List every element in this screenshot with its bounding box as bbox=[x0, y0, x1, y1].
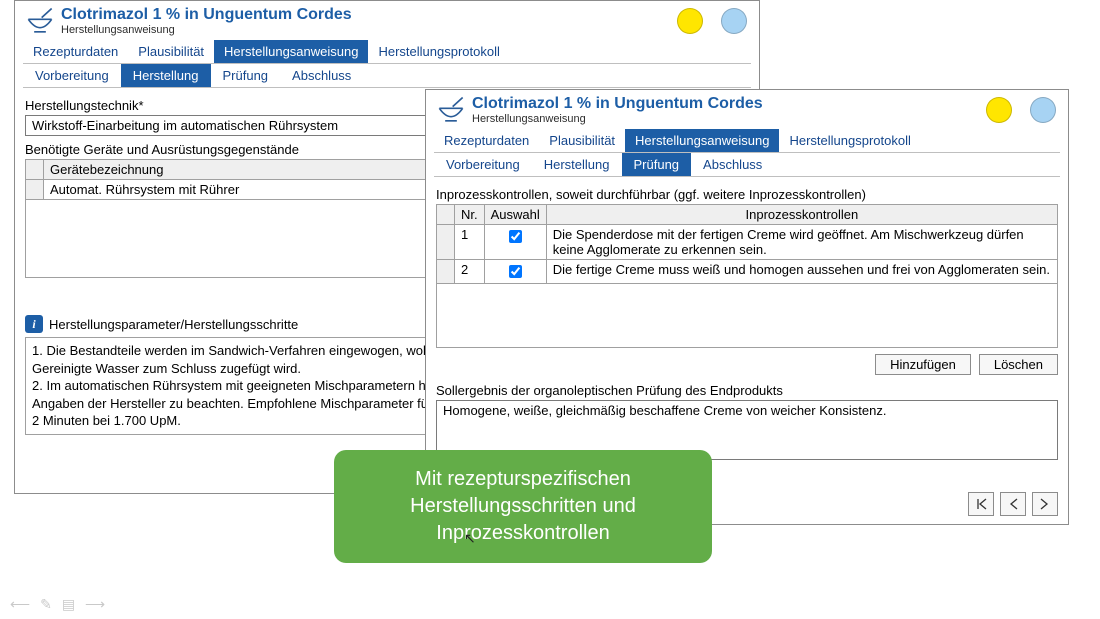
status-dot-yellow bbox=[986, 97, 1012, 123]
ipc-row: 1 Die Spenderdose mit der fertigen Creme… bbox=[437, 225, 1058, 260]
status-dot-blue bbox=[1030, 97, 1056, 123]
tab-plausibilitaet[interactable]: Plausibilität bbox=[128, 40, 214, 63]
section-heading-text: Herstellungsparameter/Herstellungsschrit… bbox=[49, 317, 298, 332]
ipc-row-selector[interactable] bbox=[437, 225, 455, 260]
callout-box: Mit rezepturspezifischen Herstellungssch… bbox=[334, 450, 712, 563]
ipc-row-text: Die Spenderdose mit der fertigen Creme w… bbox=[546, 225, 1057, 260]
callout-line: Herstellungsschritten und bbox=[354, 493, 692, 520]
geraete-row-selector[interactable] bbox=[26, 180, 44, 200]
main-tabs: Rezepturdaten Plausibilität Herstellungs… bbox=[23, 40, 751, 64]
label-inprozesskontrollen: Inprozesskontrollen, soweit durchführbar… bbox=[436, 187, 1058, 202]
mortar-pestle-icon bbox=[434, 95, 468, 125]
title-row: Clotrimazol 1 % in Unguentum Cordes Hers… bbox=[15, 1, 759, 36]
ipc-table: Nr. Auswahl Inprozesskontrollen 1 Die Sp… bbox=[436, 204, 1058, 284]
status-dot-yellow bbox=[677, 8, 703, 34]
hinzufuegen-button[interactable]: Hinzufügen bbox=[875, 354, 971, 375]
pen-icon[interactable]: ✎ bbox=[40, 596, 52, 613]
subtab-abschluss[interactable]: Abschluss bbox=[691, 153, 774, 176]
label-sollergebnis: Sollergebnis der organoleptischen Prüfun… bbox=[436, 383, 1058, 398]
sub-tabs-back: Vorbereitung Herstellung Prüfung Abschlu… bbox=[23, 64, 751, 88]
forward-arrow-icon[interactable]: ⟶ bbox=[85, 596, 105, 613]
tab-herstellungsanweisung[interactable]: Herstellungsanweisung bbox=[214, 40, 368, 63]
window-subtitle: Herstellungsanweisung bbox=[472, 113, 986, 125]
tab-herstellungsprotokoll[interactable]: Herstellungsprotokoll bbox=[779, 129, 920, 152]
ipc-row-text: Die fertige Creme muss weiß und homogen … bbox=[546, 260, 1057, 284]
window-title: Clotrimazol 1 % in Unguentum Cordes bbox=[472, 94, 986, 113]
tab-herstellungsanweisung[interactable]: Herstellungsanweisung bbox=[625, 129, 779, 152]
subtab-vorbereitung[interactable]: Vorbereitung bbox=[434, 153, 532, 176]
tab-herstellungsprotokoll[interactable]: Herstellungsprotokoll bbox=[368, 40, 509, 63]
tab-plausibilitaet[interactable]: Plausibilität bbox=[539, 129, 625, 152]
title-row: Clotrimazol 1 % in Unguentum Cordes Hers… bbox=[426, 90, 1068, 125]
ipc-empty-area bbox=[436, 284, 1058, 348]
mortar-pestle-icon bbox=[23, 6, 57, 36]
subtab-abschluss[interactable]: Abschluss bbox=[280, 64, 363, 87]
ipc-row-nr: 1 bbox=[455, 225, 485, 260]
slideshow-controls: ⟵ ✎ ▤ ⟶ bbox=[10, 596, 105, 613]
content-pruefung: Inprozesskontrollen, soweit durchführbar… bbox=[426, 177, 1068, 470]
subtab-pruefung[interactable]: Prüfung bbox=[622, 153, 692, 176]
ipc-col-text: Inprozesskontrollen bbox=[546, 205, 1057, 225]
ipc-col-nr: Nr. bbox=[455, 205, 485, 225]
window-subtitle: Herstellungsanweisung bbox=[61, 24, 677, 36]
back-arrow-icon[interactable]: ⟵ bbox=[10, 596, 30, 613]
tab-rezepturdaten[interactable]: Rezepturdaten bbox=[434, 129, 539, 152]
next-page-button[interactable] bbox=[1032, 492, 1058, 516]
ipc-row-selector[interactable] bbox=[437, 260, 455, 284]
subtab-pruefung[interactable]: Prüfung bbox=[211, 64, 281, 87]
sub-tabs-front: Vorbereitung Herstellung Prüfung Abschlu… bbox=[434, 153, 1060, 177]
pager-controls bbox=[968, 492, 1058, 516]
geraete-rowheader-empty bbox=[26, 160, 44, 180]
callout-line: Mit rezepturspezifischen bbox=[354, 466, 692, 493]
ipc-row-checkbox[interactable] bbox=[509, 230, 522, 243]
main-tabs: Rezepturdaten Plausibilität Herstellungs… bbox=[434, 129, 1060, 153]
ipc-rowheader-empty bbox=[437, 205, 455, 225]
subtab-herstellung[interactable]: Herstellung bbox=[532, 153, 622, 176]
ipc-row-checkbox[interactable] bbox=[509, 265, 522, 278]
info-icon[interactable]: i bbox=[25, 315, 43, 333]
window-title: Clotrimazol 1 % in Unguentum Cordes bbox=[61, 5, 677, 24]
status-dot-blue bbox=[721, 8, 747, 34]
ipc-col-auswahl: Auswahl bbox=[484, 205, 546, 225]
ipc-row: 2 Die fertige Creme muss weiß und homoge… bbox=[437, 260, 1058, 284]
first-page-button[interactable] bbox=[968, 492, 994, 516]
menu-icon[interactable]: ▤ bbox=[62, 596, 75, 613]
callout-line: Inprozesskontrollen bbox=[354, 520, 692, 547]
tab-rezepturdaten[interactable]: Rezepturdaten bbox=[23, 40, 128, 63]
prev-page-button[interactable] bbox=[1000, 492, 1026, 516]
ipc-row-nr: 2 bbox=[455, 260, 485, 284]
subtab-vorbereitung[interactable]: Vorbereitung bbox=[23, 64, 121, 87]
subtab-herstellung[interactable]: Herstellung bbox=[121, 64, 211, 87]
loeschen-button[interactable]: Löschen bbox=[979, 354, 1058, 375]
